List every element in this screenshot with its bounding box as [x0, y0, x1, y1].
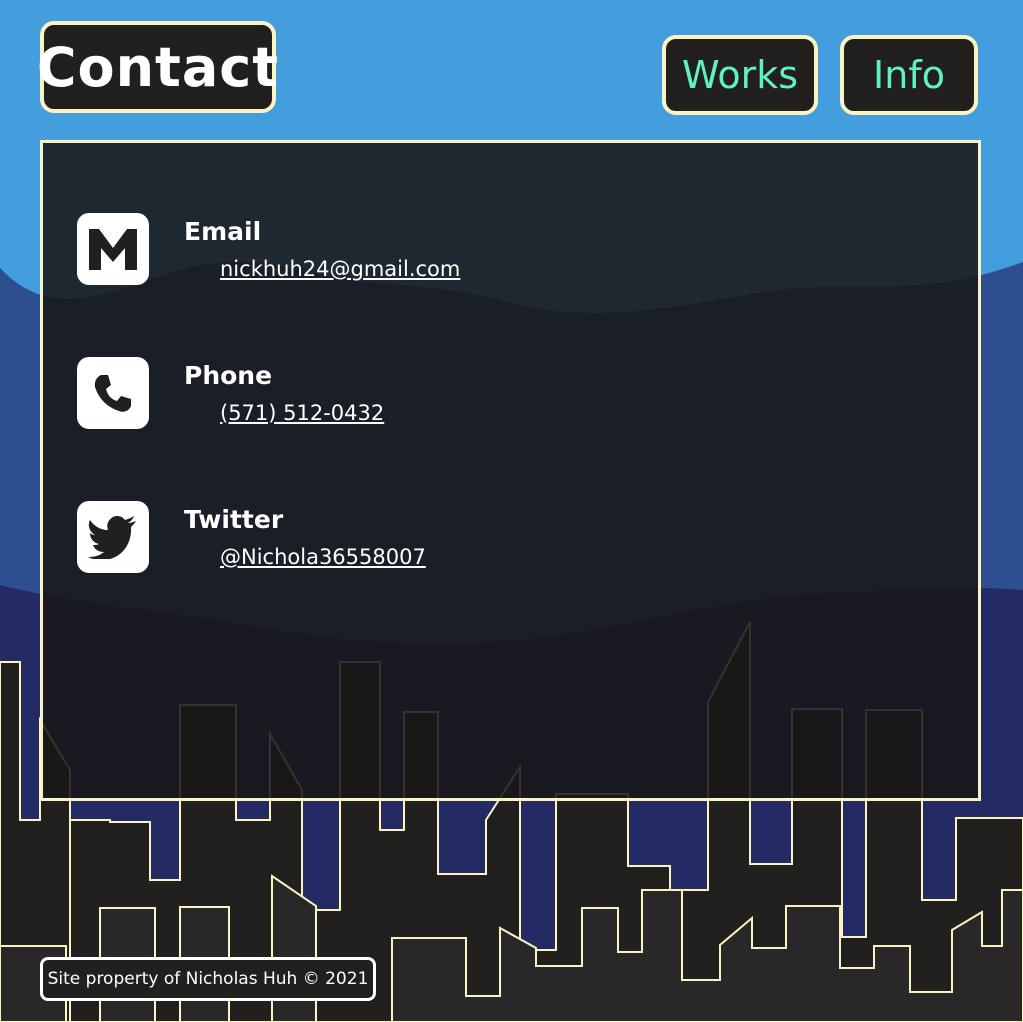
contact-item-twitter: Twitter @Nichola36558007 [77, 501, 677, 581]
email-link[interactable]: nickhuh24@gmail.com [220, 257, 460, 281]
twitter-bird-icon[interactable] [77, 501, 149, 573]
page-title-box: Contact [36, 21, 280, 113]
twitter-link[interactable]: @Nichola36558007 [220, 545, 426, 569]
contact-item-email: Email nickhuh24@gmail.com [77, 213, 677, 293]
contact-label-email: Email [184, 217, 262, 246]
nav-info-label: Info [873, 53, 945, 97]
contact-item-phone: Phone (571) 512-0432 [77, 357, 677, 437]
nav-info-button[interactable]: Info [840, 35, 978, 115]
contact-label-twitter: Twitter [184, 505, 284, 534]
nav-works-button[interactable]: Works [662, 35, 818, 115]
page-title: Contact [36, 35, 280, 99]
footer-text: Site property of Nicholas Huh © 2021 [47, 969, 369, 989]
contact-panel: Email nickhuh24@gmail.com Phone (571) 51… [40, 140, 981, 801]
nav-works-label: Works [681, 53, 799, 97]
footer-copyright: Site property of Nicholas Huh © 2021 [40, 957, 376, 1001]
phone-link[interactable]: (571) 512-0432 [220, 401, 384, 425]
contact-label-phone: Phone [184, 361, 273, 390]
gmail-m-icon[interactable] [77, 213, 149, 285]
phone-icon[interactable] [77, 357, 149, 429]
